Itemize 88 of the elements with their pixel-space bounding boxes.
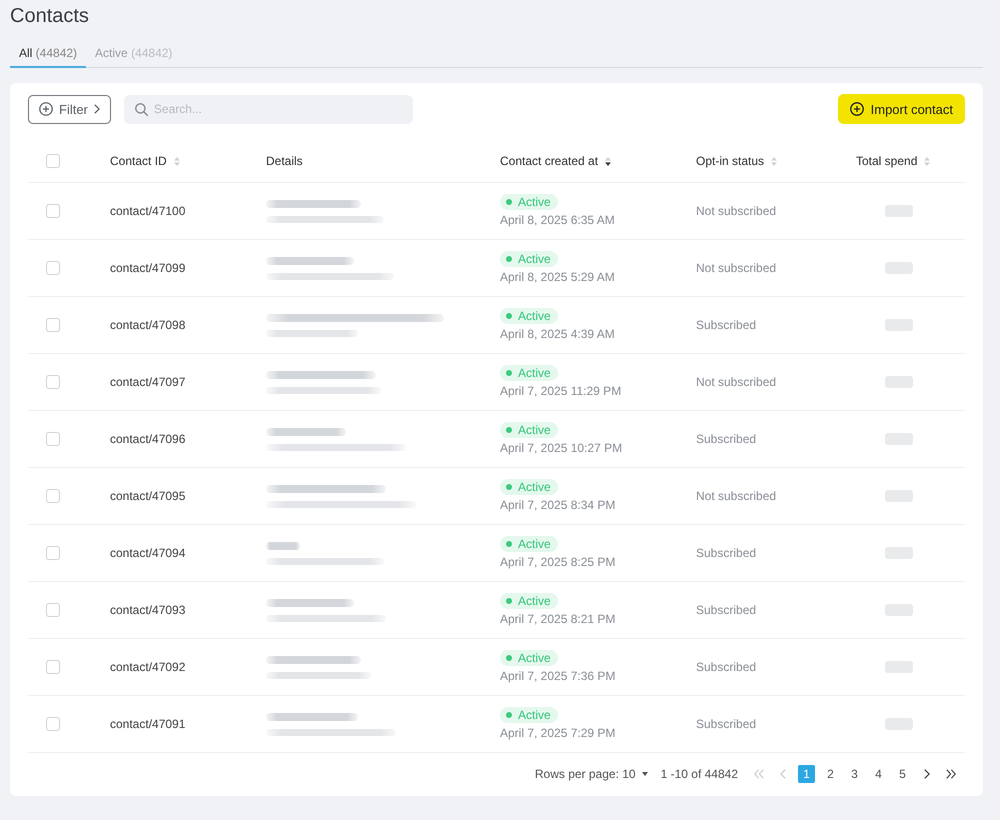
status-dot-icon [506, 541, 512, 547]
row-checkbox[interactable] [46, 375, 60, 389]
status-text: Active [518, 651, 551, 665]
opt-in-status: Subscribed [696, 318, 756, 332]
add-circle-icon [39, 102, 53, 116]
contact-id: contact/47098 [110, 318, 186, 332]
status-dot-icon [506, 655, 512, 661]
row-checkbox[interactable] [46, 261, 60, 275]
row-checkbox[interactable] [46, 546, 60, 560]
column-header: Details [266, 154, 303, 168]
status-text: Active [518, 366, 551, 380]
status-text: Active [518, 537, 551, 551]
opt-in-status: Not subscribed [696, 204, 776, 218]
select-all-checkbox[interactable] [46, 154, 60, 168]
page-button[interactable]: 5 [894, 765, 911, 783]
double-chevron-left-icon [754, 769, 764, 779]
status-text: Active [518, 252, 551, 266]
sort-icon[interactable] [605, 156, 612, 166]
created-date: April 7, 2025 10:27 PM [500, 441, 622, 456]
created-date: April 8, 2025 6:35 AM [500, 213, 615, 228]
opt-in-status: Not subscribed [696, 375, 776, 389]
status-text: Active [518, 423, 551, 437]
row-checkbox[interactable] [46, 660, 60, 674]
chevron-left-icon [780, 769, 786, 779]
column-header[interactable]: Contact created at [500, 154, 598, 168]
status-dot-icon [506, 484, 512, 490]
caret-down-icon [642, 772, 648, 776]
row-checkbox[interactable] [46, 603, 60, 617]
status-dot-icon [506, 370, 512, 376]
created-date: April 7, 2025 8:34 PM [500, 498, 616, 513]
rows-per-page-dropdown[interactable]: Rows per page: 10 [534, 767, 648, 781]
opt-in-status: Not subscribed [696, 489, 776, 503]
status-dot-icon [506, 712, 512, 718]
created-date: April 7, 2025 7:29 PM [500, 726, 616, 741]
column-header[interactable]: Contact ID [110, 154, 167, 168]
import-contact-button[interactable]: Import contact [838, 94, 965, 124]
contact-id: contact/47095 [110, 489, 186, 503]
created-date: April 8, 2025 5:29 AM [500, 270, 615, 285]
contact-id: contact/47091 [110, 717, 186, 731]
opt-in-status: Subscribed [696, 603, 756, 617]
contact-id: contact/47099 [110, 261, 186, 275]
tab[interactable]: All (44842) [10, 40, 86, 68]
status-dot-icon [506, 313, 512, 319]
row-checkbox[interactable] [46, 204, 60, 218]
contact-id: contact/47093 [110, 603, 186, 617]
page-button[interactable]: 3 [846, 765, 863, 783]
double-chevron-right-icon [946, 769, 956, 779]
search-field[interactable]: Search... [124, 94, 413, 124]
opt-in-status: Not subscribed [696, 261, 776, 275]
status-dot-icon [506, 427, 512, 433]
status-dot-icon [506, 256, 512, 262]
opt-in-status: Subscribed [696, 717, 756, 731]
contact-id: contact/47094 [110, 546, 186, 560]
status-dot-icon [506, 598, 512, 604]
status-text: Active [518, 195, 551, 209]
blurred-text [266, 542, 300, 550]
created-date: April 7, 2025 8:25 PM [500, 555, 616, 570]
created-date: April 7, 2025 11:29 PM [500, 384, 622, 399]
status-text: Active [518, 309, 551, 323]
chevron-right-icon [924, 769, 930, 779]
page-title: Contacts [10, 4, 89, 27]
contact-id: contact/47092 [110, 660, 186, 674]
add-circle-icon [850, 102, 864, 116]
status-text: Active [518, 708, 551, 722]
row-checkbox[interactable] [46, 717, 60, 731]
chevron-right-icon [94, 104, 100, 114]
row-checkbox[interactable] [46, 318, 60, 332]
opt-in-status: Subscribed [696, 432, 756, 446]
contact-id: contact/47100 [110, 204, 186, 218]
contact-id: contact/47096 [110, 432, 186, 446]
row-checkbox[interactable] [46, 489, 60, 503]
filter-button[interactable]: Filter [28, 94, 111, 124]
created-date: April 8, 2025 4:39 AM [500, 327, 615, 342]
status-dot-icon [506, 199, 512, 205]
page-button[interactable]: 4 [870, 765, 887, 783]
column-header[interactable]: Total spend [856, 154, 918, 168]
opt-in-status: Subscribed [696, 660, 756, 674]
search-icon [134, 102, 148, 116]
opt-in-status: Subscribed [696, 546, 756, 560]
created-date: April 7, 2025 7:36 PM [500, 669, 616, 684]
contact-id: contact/47097 [110, 375, 186, 389]
row-checkbox[interactable] [46, 432, 60, 446]
column-header[interactable]: Opt-in status [696, 154, 764, 168]
page-button[interactable]: 2 [822, 765, 839, 783]
status-text: Active [518, 594, 551, 608]
status-text: Active [518, 480, 551, 494]
page-range: 1 -10 of 44842 [660, 767, 738, 781]
created-date: April 7, 2025 8:21 PM [500, 612, 616, 627]
